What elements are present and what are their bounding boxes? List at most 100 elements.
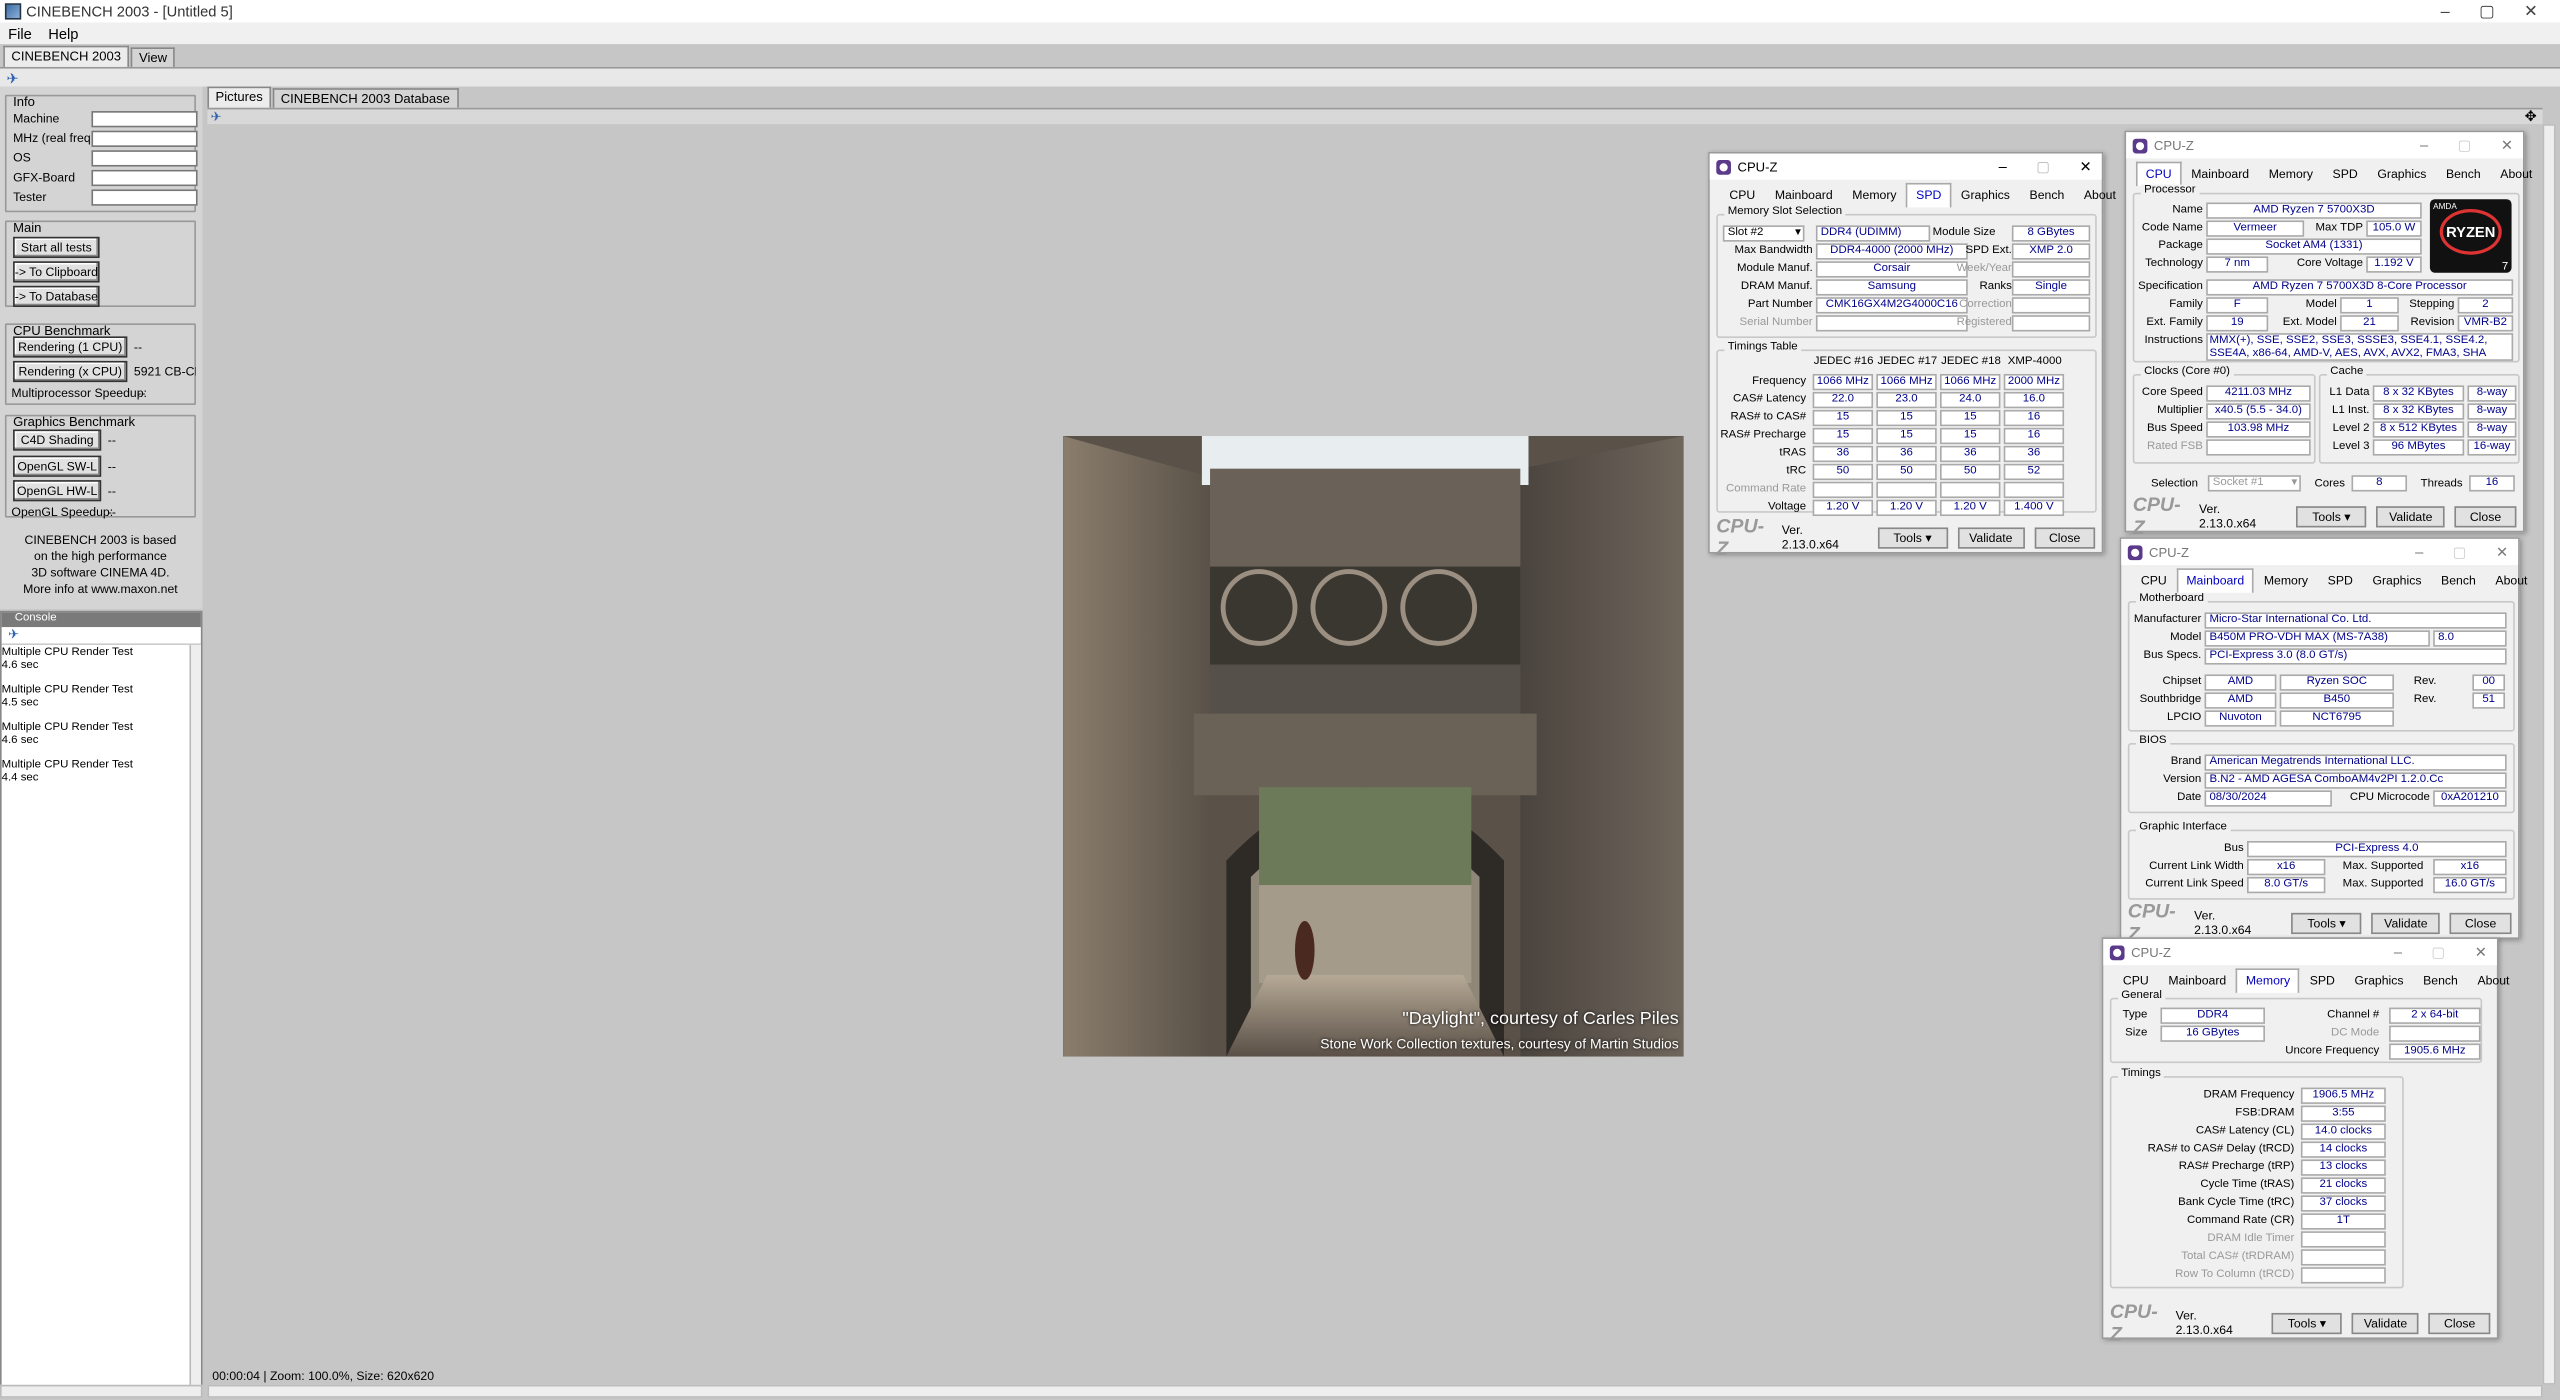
tab-database[interactable]: CINEBENCH 2003 Database xyxy=(272,88,459,108)
render-image: "Daylight", courtesy of Carles Piles Sto… xyxy=(1063,436,1684,1057)
c4d-shading-button[interactable]: C4D Shading xyxy=(13,429,102,451)
tab-mainboard[interactable]: Mainboard xyxy=(2176,568,2255,593)
picture-vscrollbar[interactable] xyxy=(2542,124,2556,1385)
console-scrollbar[interactable] xyxy=(189,645,201,1387)
tab-bench[interactable]: Bench xyxy=(2431,568,2485,592)
console-pin-icon[interactable]: ✈ xyxy=(1,627,201,646)
mhz-input[interactable] xyxy=(91,130,198,147)
tab-spd[interactable]: SPD xyxy=(2323,162,2368,186)
os-input[interactable] xyxy=(91,150,198,167)
minimize-button[interactable]: – xyxy=(2441,2,2450,20)
rendering-xcpu-button[interactable]: Rendering (x CPU) xyxy=(13,360,128,383)
tab-graphics[interactable]: Graphics xyxy=(2363,568,2432,592)
machine-input[interactable] xyxy=(91,111,198,128)
cpuz-minimize-button[interactable]: – xyxy=(2420,136,2428,154)
to-database-button[interactable]: -> To Database xyxy=(13,285,100,308)
tab-spd[interactable]: SPD xyxy=(2300,968,2345,992)
start-all-tests-button[interactable]: Start all tests xyxy=(13,236,100,259)
chevron-down-icon: ▼ xyxy=(2289,478,2300,489)
tab-memory[interactable]: Memory xyxy=(2236,968,2300,993)
close-button[interactable]: Close xyxy=(2429,1312,2491,1334)
tab-graphics[interactable]: Graphics xyxy=(2368,162,2437,186)
cpuz-maximize-button[interactable]: ▢ xyxy=(2036,158,2050,176)
tab-bench[interactable]: Bench xyxy=(2413,968,2467,992)
tab-graphics[interactable]: Graphics xyxy=(1951,183,2020,207)
validate-button[interactable]: Validate xyxy=(2351,1312,2420,1334)
tab-cinebench[interactable]: CINEBENCH 2003 xyxy=(3,45,130,67)
tester-input[interactable] xyxy=(91,189,198,206)
opengl-hw-button[interactable]: OpenGL HW-L xyxy=(13,480,102,502)
tab-memory[interactable]: Memory xyxy=(2259,162,2323,186)
tab-view[interactable]: View xyxy=(130,47,176,67)
timings-cell xyxy=(1940,481,2001,499)
memory-timing-label: Total CAS# (tRDRAM) xyxy=(2181,1250,2295,1263)
validate-button[interactable]: Validate xyxy=(2376,505,2445,527)
tab-spd[interactable]: SPD xyxy=(2318,568,2363,592)
tab-spd[interactable]: SPD xyxy=(1906,182,1952,208)
uncore-frequency-value: 1905.6 MHz xyxy=(2389,1043,2481,1060)
tab-memory[interactable]: Memory xyxy=(2254,568,2318,592)
tab-mainboard[interactable]: Mainboard xyxy=(1765,183,1842,207)
cpuz-minimize-button[interactable]: – xyxy=(2415,543,2423,561)
tab-about[interactable]: About xyxy=(2486,568,2538,592)
menu-file[interactable]: File xyxy=(8,25,32,41)
tools-button[interactable]: Tools ▾ xyxy=(2271,1312,2343,1334)
tab-about[interactable]: About xyxy=(2074,183,2126,207)
processor-group: Processor Name AMD Ryzen 7 5700X3D Code … xyxy=(2132,184,2520,363)
tools-button[interactable]: Tools ▾ xyxy=(1877,526,1948,548)
package-value: Socket AM4 (1331) xyxy=(2206,238,2422,255)
move-icon[interactable]: ✥ xyxy=(2525,108,2537,126)
tools-button[interactable]: Tools ▾ xyxy=(2295,505,2367,527)
tools-button[interactable]: Tools ▾ xyxy=(2290,912,2363,934)
menu-help[interactable]: Help xyxy=(48,25,78,41)
close-button[interactable]: Close xyxy=(2454,505,2517,527)
cpuz-maximize-button[interactable]: ▢ xyxy=(2453,543,2467,561)
close-button[interactable]: Close xyxy=(2449,912,2512,934)
tab-about[interactable]: About xyxy=(2491,162,2543,186)
cpuz-close-x-button[interactable]: ✕ xyxy=(2475,943,2487,961)
maximize-button[interactable]: ▢ xyxy=(2479,2,2494,20)
validate-button[interactable]: Validate xyxy=(1957,526,2025,548)
validate-button[interactable]: Validate xyxy=(2371,912,2440,934)
cpuz-close-x-button[interactable]: ✕ xyxy=(2080,158,2092,176)
tab-cpu[interactable]: CPU xyxy=(2131,568,2176,592)
tab-graphics[interactable]: Graphics xyxy=(2345,968,2414,992)
timings-row-label: RAS# Precharge xyxy=(1720,429,1807,441)
slot-select[interactable]: Slot #2 ▼ xyxy=(1722,225,1805,242)
tab-mainboard[interactable]: Mainboard xyxy=(2181,162,2258,186)
socket-select[interactable]: Socket #1 ▼ xyxy=(2207,475,2301,492)
tab-mainboard[interactable]: Mainboard xyxy=(2159,968,2236,992)
tab-memory[interactable]: Memory xyxy=(1843,183,1907,207)
picture-hscrollbar[interactable] xyxy=(207,1384,2543,1398)
tab-bench[interactable]: Bench xyxy=(2436,162,2490,186)
gfx-input[interactable] xyxy=(91,169,198,187)
opengl-sw-button[interactable]: OpenGL SW-L xyxy=(13,455,102,477)
pin-icon[interactable]: ✈ xyxy=(7,70,19,88)
to-clipboard-button[interactable]: -> To Clipboard xyxy=(13,261,100,283)
cpuz-maximize-button[interactable]: ▢ xyxy=(2431,943,2445,961)
memory-type-value: DDR4 (UDIMM) xyxy=(1815,225,1931,242)
cpuz-bottom-bar: CPU-Z Ver. 2.13.0.x64 Tools ▾ Validate C… xyxy=(2126,493,2523,539)
tab-about[interactable]: About xyxy=(2468,968,2520,992)
cpuz-minimize-button[interactable]: – xyxy=(2394,943,2402,961)
cpuz-close-x-button[interactable]: ✕ xyxy=(2501,136,2513,154)
type-value: DDR4 xyxy=(2160,1007,2265,1024)
picture-pin-icon[interactable]: ✈ xyxy=(211,109,222,124)
app-icon xyxy=(4,3,22,20)
memory-timing-value: 37 clocks xyxy=(2300,1195,2386,1212)
serial-number-label: Serial Number xyxy=(1739,316,1813,329)
memory-timing-label: FSB:DRAM xyxy=(2235,1107,2295,1119)
chipset-vendor-value: AMD xyxy=(2204,674,2277,691)
console-hscrollbar[interactable] xyxy=(0,1384,203,1398)
cpuz-minimize-button[interactable]: – xyxy=(1999,158,2007,176)
tab-pictures[interactable]: Pictures xyxy=(207,86,271,108)
close-button[interactable]: Close xyxy=(2034,526,2096,548)
cpuz-maximize-button[interactable]: ▢ xyxy=(2458,136,2472,154)
tab-bench[interactable]: Bench xyxy=(2020,183,2074,207)
timings-cell: 50 xyxy=(1812,463,1874,481)
cpuz-close-x-button[interactable]: ✕ xyxy=(2496,543,2508,561)
tab-cpu[interactable]: CPU xyxy=(1720,183,1765,207)
rendering-1cpu-button[interactable]: Rendering (1 CPU) xyxy=(13,336,128,358)
tab-cpu[interactable]: CPU xyxy=(2135,161,2182,187)
close-button[interactable]: ✕ xyxy=(2524,2,2538,20)
